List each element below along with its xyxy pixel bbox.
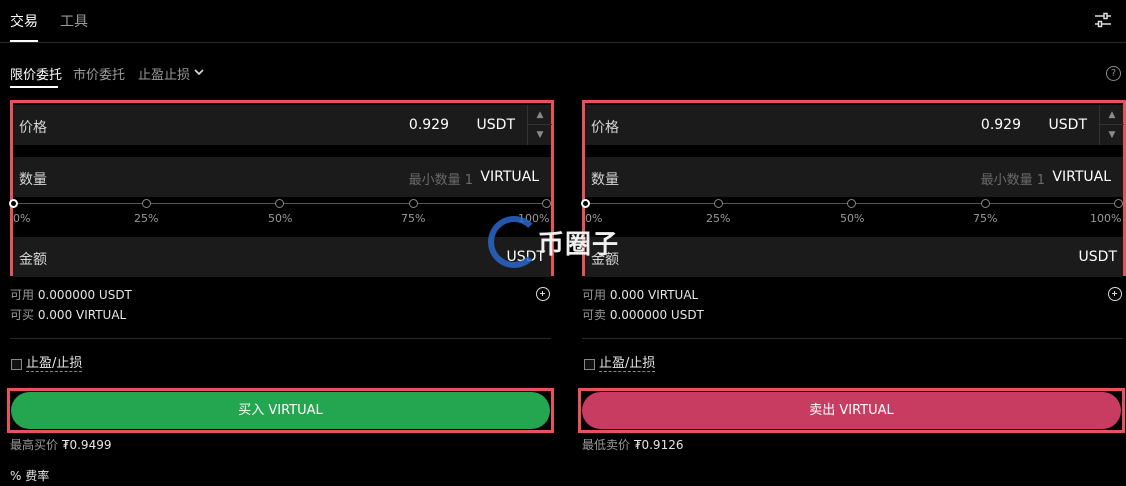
sell-price-label: 价格: [591, 120, 619, 136]
tab-market-order[interactable]: 市价委托: [73, 64, 125, 83]
slider-stop[interactable]: [847, 199, 856, 208]
slider-handle[interactable]: [9, 199, 18, 208]
decrement-icon[interactable]: ▼: [1100, 125, 1124, 145]
sell-amount-field[interactable]: 金额 USDT: [585, 237, 1123, 277]
help-icon[interactable]: ?: [1106, 66, 1121, 81]
sell-quantity-unit: VIRTUAL: [1052, 169, 1111, 185]
watermark-circle-icon: [488, 216, 540, 268]
order-tab-underline: [10, 86, 58, 88]
top-tab-bar: 交易 工具: [0, 0, 1126, 43]
buy-max-value: 0.000 VIRTUAL: [37, 308, 127, 322]
buy-max: 可买 0.000 VIRTUAL: [10, 308, 127, 322]
sell-best-price-value: ₮0.9126: [633, 438, 684, 452]
watermark-text: 币圈子: [538, 230, 620, 260]
buy-tpsl-label[interactable]: 止盈/止损: [26, 357, 83, 372]
buy-best-price: 最高买价 ₮0.9499: [10, 438, 112, 452]
buy-tpsl-checkbox[interactable]: [11, 359, 22, 370]
fee-label: 费率: [25, 469, 50, 483]
order-type-tabs: 限价委托 市价委托 止盈止损 ?: [0, 58, 1126, 88]
buy-price-stepper: ▲ ▼: [527, 105, 552, 145]
sell-price-field[interactable]: 价格 0.929 USDT ▲ ▼: [585, 105, 1124, 145]
slider-handle[interactable]: [581, 199, 590, 208]
slider-stop[interactable]: [1114, 199, 1123, 208]
sell-max-value: 0.000000 USDT: [609, 308, 704, 322]
buy-button-frame: 买入 VIRTUAL: [7, 388, 554, 433]
sell-available-value: 0.000 VIRTUAL: [609, 288, 699, 302]
sell-order-form: 价格 0.929 USDT ▲ ▼ 数量 最小数量 1 VIRTUAL 0% 2…: [581, 100, 1126, 277]
percent-icon: %: [10, 469, 22, 483]
buy-price-label: 价格: [19, 120, 47, 136]
buy-percent-slider[interactable]: 0% 25% 50% 75% 100%: [9, 199, 551, 227]
chevron-down-icon[interactable]: [193, 67, 205, 77]
sell-quantity-label: 数量: [591, 172, 619, 188]
tab-tools[interactable]: 工具: [60, 11, 88, 31]
slider-tick-label: 25%: [134, 212, 159, 225]
sell-price-unit: USDT: [1048, 117, 1087, 133]
tab-tpsl-order[interactable]: 止盈止损: [138, 64, 190, 83]
sell-amount-unit: USDT: [1078, 249, 1117, 265]
buy-quantity-input[interactable]: 最小数量 1: [409, 169, 473, 188]
sell-percent-slider[interactable]: 0% 25% 50% 75% 100%: [581, 199, 1123, 227]
slider-tick-label: 50%: [268, 212, 293, 225]
buy-price-unit: USDT: [476, 117, 515, 133]
slider-stop[interactable]: [409, 199, 418, 208]
sell-tpsl-label[interactable]: 止盈/止损: [599, 357, 656, 372]
buy-price-input[interactable]: 0.929: [409, 117, 449, 133]
increment-icon[interactable]: ▲: [1100, 105, 1124, 125]
decrement-icon[interactable]: ▼: [528, 125, 552, 145]
buy-available-value: 0.000000 USDT: [37, 288, 132, 302]
sell-button[interactable]: 卖出 VIRTUAL: [582, 392, 1121, 429]
buy-quantity-unit: VIRTUAL: [480, 169, 539, 185]
watermark-logo: 币圈子: [488, 214, 648, 270]
slider-tick-label: 75%: [401, 212, 426, 225]
slider-tick-label: 75%: [973, 212, 998, 225]
buy-quantity-field[interactable]: 数量 最小数量 1 VIRTUAL: [13, 157, 551, 197]
buy-price-field[interactable]: 价格 0.929 USDT ▲ ▼: [13, 105, 552, 145]
slider-stop[interactable]: [275, 199, 284, 208]
buy-amount-label: 金额: [19, 252, 47, 268]
buy-best-price-value: ₮0.9499: [61, 438, 112, 452]
buy-order-form: 价格 0.929 USDT ▲ ▼ 数量 最小数量 1 VIRTUAL 0% 2…: [9, 100, 554, 277]
slider-tick-label: 50%: [840, 212, 865, 225]
add-funds-icon[interactable]: [536, 287, 550, 301]
fee-rate[interactable]: % 费率: [10, 467, 49, 484]
sell-price-stepper: ▲ ▼: [1099, 105, 1124, 145]
sell-max: 可卖 0.000000 USDT: [582, 308, 704, 322]
settings-sliders-icon[interactable]: [1094, 11, 1112, 29]
sell-quantity-field[interactable]: 数量 最小数量 1 VIRTUAL: [585, 157, 1123, 197]
add-funds-icon[interactable]: [1108, 287, 1122, 301]
slider-stop[interactable]: [542, 199, 551, 208]
slider-tick-label: 25%: [706, 212, 731, 225]
divider: [582, 338, 1123, 339]
increment-icon[interactable]: ▲: [528, 105, 552, 125]
slider-tick-label: 0%: [13, 212, 31, 225]
slider-stop[interactable]: [142, 199, 151, 208]
tab-limit-order[interactable]: 限价委托: [10, 64, 62, 83]
slider-stop[interactable]: [714, 199, 723, 208]
slider-stop[interactable]: [981, 199, 990, 208]
sell-price-input[interactable]: 0.929: [981, 117, 1021, 133]
buy-quantity-label: 数量: [19, 172, 47, 188]
buy-available: 可用 0.000000 USDT: [10, 288, 132, 302]
sell-quantity-input[interactable]: 最小数量 1: [981, 169, 1045, 188]
sell-button-frame: 卖出 VIRTUAL: [578, 388, 1125, 433]
tab-underline: [10, 40, 38, 42]
divider: [10, 338, 551, 339]
slider-tick-label: 100%: [1090, 212, 1122, 225]
sell-tpsl-checkbox[interactable]: [584, 359, 595, 370]
sell-available: 可用 0.000 VIRTUAL: [582, 288, 699, 302]
buy-amount-field[interactable]: 金额 USDT: [13, 237, 551, 277]
buy-button[interactable]: 买入 VIRTUAL: [11, 392, 550, 429]
tab-trade[interactable]: 交易: [10, 11, 38, 31]
sell-best-price: 最低卖价 ₮0.9126: [582, 438, 684, 452]
